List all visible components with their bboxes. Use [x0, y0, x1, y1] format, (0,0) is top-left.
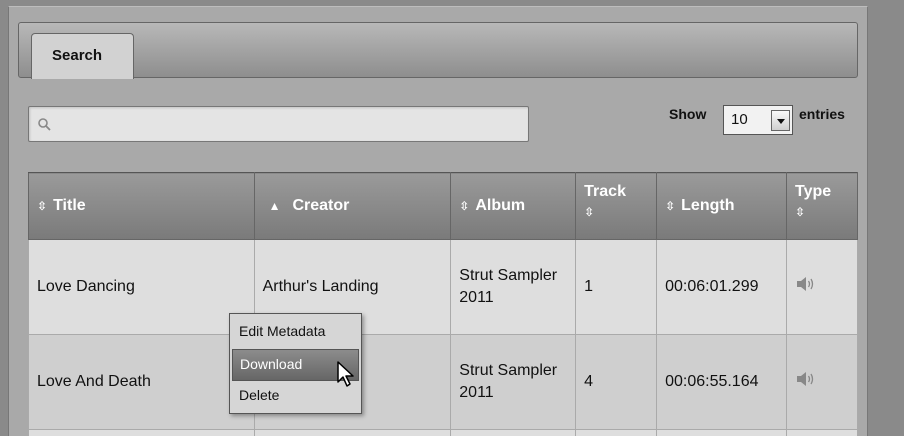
- cell-empty: [253, 429, 452, 436]
- column-label: Type: [795, 183, 832, 200]
- sort-asc-icon: ▲: [268, 199, 281, 213]
- column-header-track[interactable]: Track ⇳: [575, 172, 658, 240]
- mouse-cursor-icon: [337, 361, 354, 387]
- column-header-creator[interactable]: ▲ Creator: [253, 172, 452, 240]
- column-header-album[interactable]: ⇳ Album: [450, 172, 577, 240]
- results-table: ⇳ Title ▲ Creator ⇳ Album Track ⇳ ⇳ Length Ty…: [28, 172, 858, 436]
- column-header-title[interactable]: ⇳ Title: [28, 172, 255, 240]
- speaker-icon: [797, 276, 814, 291]
- cell-empty: [786, 429, 858, 436]
- cell-empty: [450, 429, 577, 436]
- cell-title: Love Dancing: [28, 239, 255, 335]
- column-label: Creator: [292, 197, 350, 214]
- table-row[interactable]: Love And Death Strut Sampler 2011 4 00:0…: [28, 334, 858, 430]
- cell-title: Love And Death: [28, 334, 255, 430]
- speaker-icon: [797, 371, 814, 386]
- cell-type: [786, 334, 858, 430]
- page-size-select[interactable]: 10: [723, 105, 793, 135]
- tab-search[interactable]: Search: [31, 33, 134, 79]
- sort-both-icon: ⇳: [795, 205, 806, 219]
- search-field[interactable]: [28, 106, 529, 142]
- table-row[interactable]: Love Dancing Arthur's Landing Strut Samp…: [28, 239, 858, 335]
- cell-track: 1: [575, 239, 658, 335]
- search-icon: [38, 118, 51, 131]
- cell-empty: [575, 429, 658, 436]
- table-row-partial[interactable]: [28, 429, 858, 436]
- column-label: Album: [475, 197, 526, 214]
- cell-empty: [28, 429, 255, 436]
- cell-track: 4: [575, 334, 658, 430]
- show-label: Show: [669, 106, 707, 122]
- cell-album: Strut Sampler 2011: [450, 239, 577, 335]
- column-label: Title: [53, 197, 86, 214]
- column-header-type[interactable]: Type ⇳: [786, 172, 858, 240]
- column-label: Length: [681, 197, 735, 214]
- sort-both-icon: ⇳: [584, 205, 595, 219]
- column-label: Track: [584, 183, 626, 200]
- cell-album: Strut Sampler 2011: [450, 334, 577, 430]
- cell-length: 00:06:55.164: [656, 334, 788, 430]
- cell-length: 00:06:01.299: [656, 239, 788, 335]
- sort-both-icon: ⇳: [37, 199, 48, 213]
- search-input[interactable]: [59, 112, 519, 136]
- cell-empty: [656, 429, 788, 436]
- cell-type: [786, 239, 858, 335]
- sort-both-icon: ⇳: [459, 199, 470, 213]
- menu-item-edit-metadata[interactable]: Edit Metadata: [232, 317, 359, 349]
- sort-both-icon: ⇳: [665, 199, 676, 213]
- entries-label: entries: [799, 106, 845, 122]
- tab-strip: [18, 22, 858, 78]
- page-size-value: 10: [731, 111, 748, 128]
- chevron-down-icon[interactable]: [771, 110, 790, 131]
- column-header-length[interactable]: ⇳ Length: [656, 172, 788, 240]
